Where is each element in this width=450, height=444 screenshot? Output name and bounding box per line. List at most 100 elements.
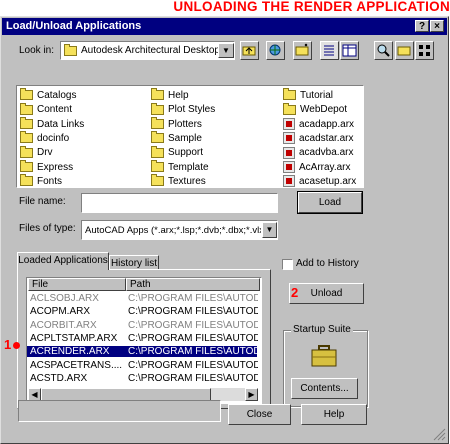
step-2-marker: 2 — [291, 285, 299, 300]
dialog-title: Load/Unload Applications — [6, 20, 142, 32]
title-bar: Load/Unload Applications ? × — [2, 18, 447, 35]
row-path: C:\PROGRAM FILES\AUTOD — [128, 306, 258, 318]
arx-file-icon — [283, 175, 295, 188]
unload-button[interactable]: Unload — [289, 283, 364, 304]
table-row[interactable]: ACSPACETRANS.... C:\PROGRAM FILES\AUTOD — [27, 359, 258, 371]
file-item[interactable]: AcArray.arx — [283, 160, 351, 175]
load-button[interactable]: Load — [297, 191, 363, 214]
filename-input[interactable] — [81, 193, 278, 213]
page-banner: UNLOADING THE RENDER APPLICATION — [173, 0, 450, 14]
folder-icon — [151, 88, 164, 101]
item-label: Support — [168, 147, 204, 159]
folder-icon — [20, 145, 33, 158]
table-row[interactable]: ACSTD.ARX C:\PROGRAM FILES\AUTOD — [27, 373, 258, 384]
item-label: Data Links — [37, 118, 85, 130]
resize-grip-icon[interactable] — [433, 428, 446, 444]
help-title-button[interactable]: ? — [415, 20, 429, 32]
item-label: Catalogs — [37, 90, 77, 101]
search-web-button[interactable] — [266, 41, 285, 60]
row-path: C:\PROGRAM FILES\AUTOD — [128, 359, 258, 371]
folder-item[interactable]: Tutorial — [283, 88, 333, 103]
row-file: ACSPACETRANS.... — [30, 359, 123, 371]
file-item[interactable]: acadvba.arx — [283, 146, 353, 160]
table-row[interactable]: ACLSOBJ.ARX C:\PROGRAM FILES\AUTOD — [27, 293, 258, 304]
contents-button[interactable]: Contents... — [291, 378, 358, 399]
lookin-label: Look in: — [19, 45, 55, 56]
details-view-button[interactable] — [340, 41, 359, 60]
table-row[interactable]: ACOPM.ARX C:\PROGRAM FILES\AUTOD — [27, 306, 258, 318]
item-label: Tutorial — [300, 90, 333, 101]
file-item[interactable]: acadstar.arx — [283, 132, 353, 146]
item-label: Fonts — [37, 175, 63, 187]
folder-item[interactable]: Plot Styles — [151, 102, 215, 117]
folder-item[interactable]: Catalogs — [20, 88, 77, 103]
item-label: acadvba.arx — [299, 147, 354, 159]
lookin-select[interactable]: Autodesk Architectural Desktop 3 ▼ — [60, 41, 235, 60]
scroll-right-icon[interactable]: ▶ — [245, 388, 258, 401]
column-header-file[interactable]: File — [28, 278, 126, 291]
find-button[interactable] — [374, 41, 393, 60]
up-folder-icon — [242, 46, 256, 56]
new-folder-button[interactable] — [293, 41, 312, 60]
item-label: Template — [168, 161, 209, 173]
folder-item[interactable]: Drv — [20, 145, 53, 160]
filetype-select[interactable]: AutoCAD Apps (*.arx;*.lsp;*.dvb;*.dbx;*.… — [81, 220, 278, 240]
close-title-button[interactable]: × — [430, 20, 444, 32]
table-row[interactable]: ACRENDER.ARX C:\PROGRAM FILES\AUTOD — [27, 346, 258, 358]
folder-icon — [64, 44, 77, 56]
folder-item[interactable]: Content — [20, 102, 72, 117]
item-label: AcArray.arx — [299, 161, 351, 173]
file-item[interactable]: acadapp.arx — [283, 117, 354, 132]
folder-icon — [151, 131, 164, 144]
chevron-down-icon[interactable]: ▼ — [262, 222, 277, 238]
view-options-button[interactable] — [415, 41, 434, 60]
tab-loaded-applications[interactable]: Loaded Applications — [17, 252, 109, 270]
item-label: Help — [168, 90, 189, 101]
folder-icon — [20, 102, 33, 115]
table-row[interactable]: ACPLTSTAMP.ARX C:\PROGRAM FILES\AUTOD — [27, 332, 258, 344]
folder-item[interactable]: docinfo — [20, 131, 70, 146]
up-folder-button[interactable] — [240, 41, 259, 60]
folder-item[interactable]: Fonts — [20, 174, 63, 189]
row-path: C:\PROGRAM FILES\AUTOD — [128, 346, 258, 358]
arx-file-icon — [283, 160, 295, 173]
add-history-checkbox[interactable] — [282, 259, 293, 270]
folder-icon — [20, 116, 33, 129]
folder-item[interactable]: Support — [151, 145, 204, 160]
help-button[interactable]: Help — [301, 404, 367, 425]
folder-item[interactable]: Sample — [151, 131, 202, 146]
filename-label: File name: — [19, 196, 66, 207]
briefcase-icon — [310, 344, 338, 371]
table-row[interactable]: ACORBIT.ARX C:\PROGRAM FILES\AUTOD — [27, 320, 258, 331]
close-button[interactable]: Close — [228, 404, 291, 425]
folder-item[interactable]: Textures — [151, 174, 206, 189]
item-label: WebDepot — [300, 104, 348, 116]
chevron-down-icon[interactable]: ▼ — [218, 43, 234, 58]
folder-icon — [20, 174, 33, 187]
folder-item[interactable]: Data Links — [20, 116, 85, 132]
grid-view-icon — [419, 45, 430, 56]
row-file: ACPLTSTAMP.ARX — [30, 332, 118, 344]
folder-item[interactable]: Help — [151, 88, 189, 103]
item-label: docinfo — [37, 132, 70, 144]
row-path: C:\PROGRAM FILES\AUTOD — [128, 332, 258, 344]
item-label: Express — [37, 161, 74, 173]
file-item[interactable]: acasetup.arx — [283, 175, 356, 189]
folder-item[interactable]: WebDepot — [283, 102, 348, 117]
search-icon — [377, 44, 390, 57]
item-label: Drv — [37, 147, 53, 159]
item-label: Textures — [168, 175, 206, 187]
list-view-button[interactable] — [320, 41, 339, 60]
step-1-number: 1 — [4, 337, 12, 352]
column-header-path[interactable]: Path — [126, 278, 260, 291]
item-label: acasetup.arx — [299, 175, 357, 187]
row-path: C:\PROGRAM FILES\AUTOD — [128, 293, 258, 304]
row-file: ACRENDER.ARX — [30, 346, 110, 358]
folder-item[interactable]: Express — [20, 159, 74, 175]
folder-icon — [20, 131, 33, 144]
folder-item[interactable]: Template — [151, 159, 209, 175]
locate-button[interactable] — [395, 41, 414, 60]
lookin-value: Autodesk Architectural Desktop 3 — [81, 45, 229, 56]
folder-item[interactable]: Plotters — [151, 116, 202, 132]
folder-icon — [283, 88, 296, 101]
